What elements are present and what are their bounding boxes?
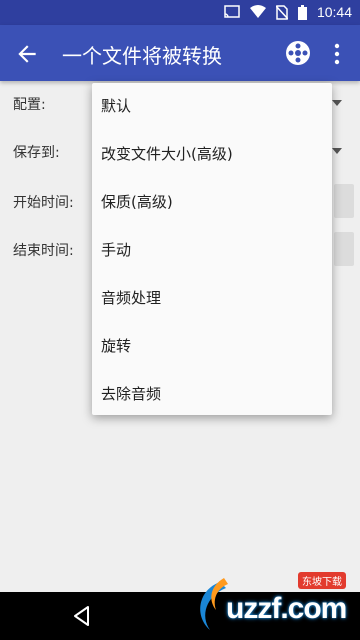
- status-bar: 10:44: [0, 0, 360, 25]
- no-sim-icon: [275, 4, 288, 20]
- swirl-logo-icon: [200, 578, 228, 630]
- watermark-logo: uzzf.com 东坡下载: [190, 572, 358, 638]
- save-to-label: 保存到:: [13, 145, 60, 161]
- app-bar: 一个文件将被转换: [0, 25, 360, 81]
- menu-item-label: 默认: [101, 97, 132, 115]
- menu-item-manual[interactable]: 手动: [92, 227, 332, 275]
- page-title: 一个文件将被转换: [62, 44, 222, 68]
- dropdown-arrow-icon[interactable]: [332, 148, 342, 154]
- menu-item-default[interactable]: 默认: [92, 83, 332, 131]
- menu-item-quality[interactable]: 保质(高级): [92, 179, 332, 227]
- menu-item-label: 改变文件大小(高级): [101, 145, 233, 163]
- menu-item-label: 保质(高级): [101, 193, 173, 211]
- menu-item-label: 去除音频: [101, 385, 162, 403]
- arrow-back-icon[interactable]: [14, 41, 40, 67]
- start-time-field[interactable]: [334, 184, 354, 218]
- watermark-badge: 东坡下载: [298, 572, 346, 589]
- menu-item-remove-audio[interactable]: 去除音频: [92, 371, 332, 419]
- wifi-icon: [249, 5, 266, 18]
- film-reel-icon[interactable]: [284, 39, 312, 67]
- end-time-field[interactable]: [334, 232, 354, 266]
- profile-label: 配置:: [13, 97, 46, 113]
- profile-menu: 默认 改变文件大小(高级) 保质(高级) 手动 音频处理 旋转 去除音频: [92, 83, 332, 415]
- menu-item-label: 音频处理: [101, 289, 162, 307]
- menu-item-audio[interactable]: 音频处理: [92, 275, 332, 323]
- status-time: 10:44: [316, 4, 352, 20]
- battery-icon: [297, 4, 307, 20]
- menu-item-rotate[interactable]: 旋转: [92, 323, 332, 371]
- end-time-label: 结束时间:: [13, 243, 74, 259]
- status-icons: 10:44: [224, 4, 352, 20]
- nav-back-icon[interactable]: [70, 604, 94, 628]
- watermark-text: uzzf.com: [226, 592, 347, 625]
- menu-item-label: 手动: [101, 241, 132, 259]
- menu-item-label: 旋转: [101, 337, 132, 355]
- start-time-label: 开始时间:: [13, 195, 74, 211]
- menu-item-change-size[interactable]: 改变文件大小(高级): [92, 131, 332, 179]
- dropdown-arrow-icon[interactable]: [332, 100, 342, 106]
- more-vert-icon[interactable]: [330, 41, 344, 67]
- cast-icon: [224, 5, 240, 18]
